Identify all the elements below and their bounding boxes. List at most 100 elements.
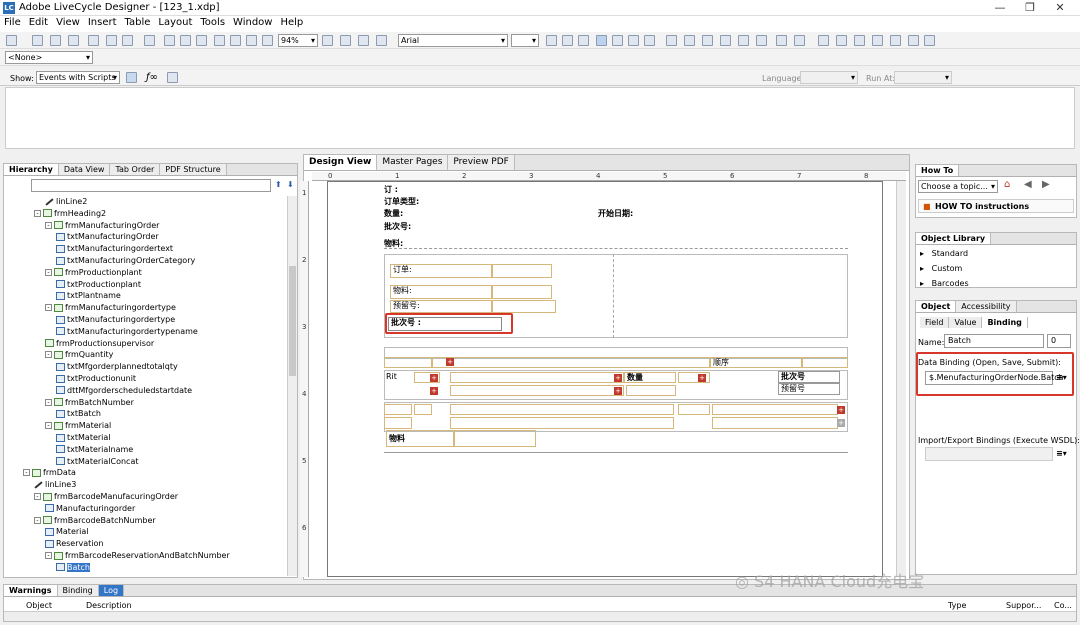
- tree-item[interactable]: txtBatch: [56, 408, 101, 419]
- maximize-button[interactable]: ❐: [1015, 0, 1045, 16]
- align-justify-icon[interactable]: [644, 35, 655, 46]
- tree-item[interactable]: - frmBarcodeManufacuringOrder: [34, 491, 178, 502]
- library-item-standard[interactable]: ▸ Standard: [920, 249, 968, 258]
- subtab-binding[interactable]: Binding: [982, 317, 1028, 328]
- tree-item[interactable]: dttMfgorderscheduledstartdate: [56, 385, 192, 396]
- collapse-toggle-icon[interactable]: -: [34, 516, 41, 524]
- tab-hierarchy[interactable]: Hierarchy: [4, 164, 59, 175]
- tab-data-view[interactable]: Data View: [58, 164, 111, 175]
- collapse-toggle-icon[interactable]: -: [45, 351, 52, 359]
- cell-e5[interactable]: [712, 417, 838, 429]
- tree-item[interactable]: linLine2: [45, 196, 87, 207]
- new-icon[interactable]: [6, 35, 17, 46]
- underline-icon[interactable]: [578, 35, 589, 46]
- font-size-select[interactable]: [511, 34, 539, 47]
- plus-icon[interactable]: +: [698, 374, 706, 382]
- tree-item[interactable]: txtManufacturingOrder: [56, 231, 159, 242]
- tree-item[interactable]: - frmMaterial: [45, 420, 111, 431]
- material-field[interactable]: 物料:: [390, 285, 492, 299]
- col-co[interactable]: Co...: [1054, 601, 1072, 610]
- zoom-in-icon[interactable]: [322, 35, 333, 46]
- tree-item[interactable]: Batch: [56, 562, 90, 573]
- tree-item[interactable]: - frmBarcodeReservationAndBatchNumber: [45, 550, 230, 561]
- forward-icon[interactable]: ▶: [1042, 179, 1050, 190]
- collapse-toggle-icon[interactable]: -: [23, 469, 30, 477]
- align-bottom-icon[interactable]: [720, 35, 731, 46]
- tab-design-view[interactable]: Design View: [304, 155, 378, 170]
- align-hcenter-icon[interactable]: [756, 35, 767, 46]
- reserve-value-field[interactable]: [492, 300, 556, 313]
- collapse-toggle-icon[interactable]: -: [45, 552, 52, 559]
- function-icon[interactable]: ƒ∞: [146, 72, 158, 83]
- undo-icon[interactable]: [106, 35, 117, 46]
- bottom-scrollbar[interactable]: [4, 611, 1076, 621]
- fit-page-icon[interactable]: [230, 35, 241, 46]
- import-menu-icon[interactable]: ≡▾: [1056, 449, 1067, 458]
- tree-item[interactable]: txtMaterialConcat: [56, 456, 139, 467]
- tree-item[interactable]: txtManufacturingordertext: [56, 243, 173, 254]
- material2-cell[interactable]: 物料: [386, 430, 454, 447]
- hierarchy-scrollbar[interactable]: [287, 196, 297, 576]
- tree-item[interactable]: linLine3: [34, 479, 76, 490]
- arrow-up-icon[interactable]: ⬆: [275, 180, 282, 189]
- tab-master-pages[interactable]: Master Pages: [377, 155, 449, 170]
- script-editor[interactable]: [5, 87, 1075, 149]
- same-width-icon[interactable]: [890, 35, 901, 46]
- list-events-icon[interactable]: [126, 72, 137, 83]
- menu-tools[interactable]: Tools: [196, 16, 229, 29]
- tree-item[interactable]: txtMaterial: [56, 432, 111, 443]
- material-value-field[interactable]: [492, 285, 552, 299]
- library-item-barcodes[interactable]: ▸ Barcodes: [920, 279, 969, 288]
- tab-pdf-structure[interactable]: PDF Structure: [160, 164, 227, 175]
- collapse-toggle-icon[interactable]: -: [45, 304, 52, 312]
- plus-icon[interactable]: +: [446, 358, 454, 366]
- design-scrollbar[interactable]: [896, 181, 906, 577]
- tab-how-to[interactable]: How To: [916, 165, 960, 176]
- run-at-select[interactable]: [894, 71, 952, 84]
- hierarchy-scroll-thumb[interactable]: [289, 266, 296, 376]
- tab-tab-order[interactable]: Tab Order: [110, 164, 161, 175]
- col-object[interactable]: Object: [26, 601, 52, 610]
- cell-e1[interactable]: [384, 417, 412, 429]
- fit-width-icon[interactable]: [246, 35, 257, 46]
- zoom-select[interactable]: 94%: [278, 34, 318, 47]
- collapse-toggle-icon[interactable]: -: [45, 268, 52, 276]
- tab-binding[interactable]: Binding: [57, 585, 99, 596]
- cell-d5[interactable]: [712, 404, 838, 415]
- minimize-button[interactable]: —: [985, 0, 1015, 16]
- tab-object[interactable]: Object: [916, 301, 957, 312]
- menu-edit[interactable]: Edit: [25, 16, 52, 29]
- font-select[interactable]: Arial: [398, 34, 508, 47]
- language-select[interactable]: [800, 71, 858, 84]
- collapse-toggle-icon[interactable]: -: [34, 493, 41, 500]
- tree-item[interactable]: txtManufacturingordertypename: [56, 326, 198, 337]
- align-vcenter-icon[interactable]: [738, 35, 749, 46]
- tree-item[interactable]: txtMaterialname: [56, 444, 133, 455]
- subtab-field[interactable]: Field: [920, 317, 950, 328]
- arrow-down-icon[interactable]: ⬇: [287, 180, 294, 189]
- batch2-cell[interactable]: 批次号: [778, 371, 840, 383]
- ungroup-icon[interactable]: [836, 35, 847, 46]
- tree-item[interactable]: txtProductionplant: [56, 279, 141, 290]
- tree-item[interactable]: txtMfgorderplannedtotalqty: [56, 361, 178, 372]
- tree-item[interactable]: txtProductionunit: [56, 373, 136, 384]
- tab-object-library[interactable]: Object Library: [916, 233, 992, 244]
- collapse-toggle-icon[interactable]: -: [45, 422, 52, 430]
- same-size-icon[interactable]: [924, 35, 935, 46]
- align-right-icon[interactable]: [628, 35, 639, 46]
- tree-item[interactable]: - frmManufacturingordertype: [45, 302, 176, 313]
- table-icon[interactable]: [180, 35, 191, 46]
- menu-table[interactable]: Table: [121, 16, 155, 29]
- align-left-edge-icon[interactable]: [666, 35, 677, 46]
- tab-preview-pdf[interactable]: Preview PDF: [448, 155, 515, 170]
- menu-view[interactable]: View: [52, 16, 84, 29]
- cell-a2[interactable]: [432, 357, 710, 368]
- tree-item[interactable]: - frmBatchNumber: [45, 397, 134, 408]
- import-bindings-input[interactable]: [925, 447, 1053, 461]
- cell-f2[interactable]: [454, 430, 536, 447]
- menu-insert[interactable]: Insert: [84, 16, 121, 29]
- order-field[interactable]: 订单:: [390, 264, 492, 278]
- col-support[interactable]: Suppor...: [1006, 601, 1041, 610]
- tree-item[interactable]: Manufacturingorder: [45, 503, 135, 514]
- plus-icon[interactable]: +: [614, 387, 622, 395]
